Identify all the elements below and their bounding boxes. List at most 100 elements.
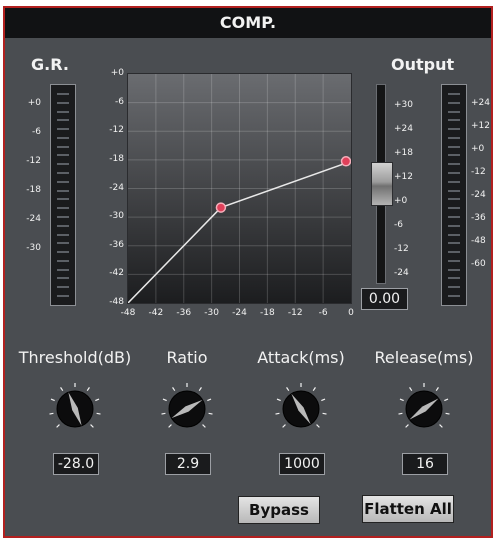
meter-segment xyxy=(448,268,460,271)
curve-x-tick: -18 xyxy=(260,308,275,318)
flatten-all-button[interactable]: Flatten All xyxy=(362,495,454,523)
fader-scale-tick: -12 xyxy=(394,244,409,254)
attack-label: Attack(ms) xyxy=(257,348,345,367)
meter-segment xyxy=(57,268,69,271)
meter-segment xyxy=(448,136,460,139)
output-meter-tick: -36 xyxy=(471,213,486,223)
meter-segment xyxy=(448,259,460,262)
curve-x-tick: -48 xyxy=(120,308,136,318)
gr-scale-tick: -30 xyxy=(26,243,41,253)
output-meter-tick: -24 xyxy=(471,190,486,200)
meter-segment xyxy=(448,110,460,113)
meter-segment xyxy=(57,277,69,280)
meter-segment xyxy=(57,259,69,262)
transfer-curve-graph[interactable] xyxy=(128,74,351,303)
fader-scale-tick: -6 xyxy=(394,220,403,230)
curve-x-tick: 0 xyxy=(348,308,354,318)
meter-segment xyxy=(57,224,69,227)
transfer-curve-plot[interactable] xyxy=(127,73,352,304)
fader-scale-tick: +30 xyxy=(394,100,413,110)
output-meter-tick: +24 xyxy=(471,98,490,108)
fader-scale-tick: +18 xyxy=(394,148,413,158)
meter-segment xyxy=(57,189,69,192)
meter-segment xyxy=(448,128,460,131)
meter-segment xyxy=(448,163,460,166)
curve-y-tick: -12 xyxy=(109,125,124,136)
output-meter-tick: +0 xyxy=(471,144,485,154)
meter-segment xyxy=(57,251,69,254)
meter-segment xyxy=(448,189,460,192)
meter-segment xyxy=(57,101,69,104)
release-label: Release(ms) xyxy=(374,348,474,367)
release-value-field[interactable]: 16 xyxy=(402,453,448,475)
meter-segment xyxy=(57,93,69,95)
meter-segment xyxy=(448,119,460,122)
curve-y-tick: -42 xyxy=(109,268,124,279)
output-fader-handle[interactable] xyxy=(371,162,393,206)
curve-x-tick: -24 xyxy=(232,308,247,318)
meter-segment xyxy=(57,233,69,236)
attack-knob[interactable] xyxy=(275,383,327,435)
meter-segment xyxy=(448,172,460,175)
output-meter xyxy=(441,84,467,306)
meter-segment xyxy=(57,145,69,148)
ratio-value-field[interactable]: 2.9 xyxy=(165,453,211,475)
gr-scale-tick: -12 xyxy=(26,156,41,166)
gr-scale-tick: +0 xyxy=(27,98,41,108)
curve-y-tick: -24 xyxy=(109,182,124,193)
curve-control-point[interactable] xyxy=(340,156,351,167)
ratio-knob[interactable] xyxy=(161,383,213,435)
meter-segment xyxy=(57,154,69,157)
meter-segment xyxy=(57,119,69,122)
meter-segment xyxy=(448,224,460,227)
bypass-button[interactable]: Bypass xyxy=(238,496,320,524)
gr-meter xyxy=(50,84,76,306)
meter-segment xyxy=(57,207,69,210)
threshold-knob[interactable] xyxy=(49,383,101,435)
curve-x-tick: -42 xyxy=(148,308,164,318)
output-label: Output xyxy=(391,55,455,74)
gr-scale-tick: -24 xyxy=(26,214,41,224)
fader-scale-tick: -24 xyxy=(394,268,409,278)
meter-segment xyxy=(448,198,460,201)
meter-segment xyxy=(448,233,460,236)
window-title: COMP. xyxy=(5,8,491,38)
curve-x-tick: -6 xyxy=(318,308,328,318)
meter-segment xyxy=(57,286,69,289)
gr-scale-tick: -18 xyxy=(26,185,41,195)
meter-segment xyxy=(448,154,460,157)
curve-y-tick: -36 xyxy=(109,239,124,250)
meter-segment xyxy=(448,277,460,280)
threshold-value-field[interactable]: -28.0 xyxy=(53,453,99,475)
meter-segment xyxy=(448,215,460,218)
meter-segment xyxy=(57,198,69,201)
release-knob[interactable] xyxy=(398,383,450,435)
meter-segment xyxy=(448,180,460,183)
meter-segment xyxy=(448,251,460,254)
curve-control-point[interactable] xyxy=(215,202,227,213)
meter-segment xyxy=(448,145,460,148)
meter-segment xyxy=(57,163,69,166)
compressor-window: COMP. G.R. +0 -6 -12 -18 -24 -30 +0 -6 -12 -18 -2… xyxy=(3,6,493,538)
output-meter-tick: +12 xyxy=(471,121,490,131)
meter-segment xyxy=(448,93,460,95)
meter-segment xyxy=(448,242,460,245)
output-meter-tick: -12 xyxy=(471,167,486,177)
output-value-field[interactable]: 0.00 xyxy=(361,288,408,310)
meter-segment xyxy=(448,295,460,297)
curve-y-tick: +0 xyxy=(110,68,124,78)
curve-x-tick: -30 xyxy=(204,308,219,318)
meter-segment xyxy=(57,180,69,183)
attack-value-field[interactable]: 1000 xyxy=(279,453,325,475)
meter-segment xyxy=(448,286,460,289)
curve-y-tick: -6 xyxy=(115,96,124,107)
curve-y-tick: -48 xyxy=(109,297,124,307)
curve-y-tick: -30 xyxy=(109,211,124,222)
meter-segment xyxy=(57,110,69,113)
fader-scale-tick: +12 xyxy=(394,172,413,182)
meter-segment xyxy=(448,207,460,210)
output-meter-tick: -48 xyxy=(471,236,486,246)
meter-segment xyxy=(57,128,69,131)
gr-scale-tick: -6 xyxy=(32,127,41,137)
curve-y-tick: -18 xyxy=(109,153,124,164)
